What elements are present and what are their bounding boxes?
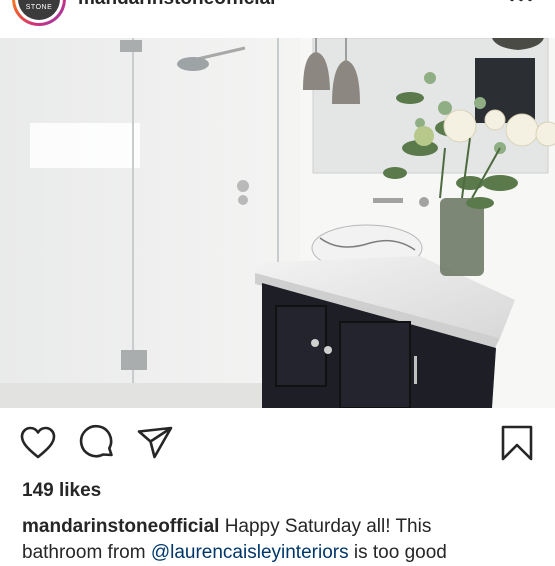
caption-line-2: bathroom from @laurencaisleyinteriors is… bbox=[22, 540, 542, 566]
likes-count[interactable]: 149 likes bbox=[22, 480, 101, 502]
comment-icon[interactable] bbox=[78, 424, 116, 462]
send-icon[interactable] bbox=[136, 424, 174, 462]
post-photo[interactable] bbox=[0, 38, 555, 408]
avatar-logo: STONE bbox=[18, 0, 60, 20]
heart-icon[interactable] bbox=[19, 424, 57, 462]
avatar-ring-gap: STONE bbox=[15, 0, 63, 23]
bathroom-image bbox=[0, 38, 555, 408]
avatar-logo-text: STONE bbox=[25, 4, 53, 11]
bookmark-icon[interactable] bbox=[498, 424, 536, 462]
more-horizontal-icon[interactable] bbox=[509, 0, 533, 4]
caption-text-3: is too good bbox=[348, 542, 447, 563]
caption-line-1: mandarinstoneofficial Happy Saturday all… bbox=[22, 514, 542, 540]
post-username[interactable]: mandarinstoneofficial bbox=[78, 0, 275, 10]
post-caption: mandarinstoneofficial Happy Saturday all… bbox=[22, 514, 542, 566]
caption-text: Happy Saturday all! This bbox=[219, 516, 432, 537]
caption-text-2: bathroom from bbox=[22, 542, 151, 563]
avatar[interactable]: STONE bbox=[12, 0, 66, 26]
caption-mention-link[interactable]: @laurencaisleyinteriors bbox=[151, 542, 349, 563]
caption-username[interactable]: mandarinstoneofficial bbox=[22, 516, 219, 537]
post-header: STONE mandarinstoneofficial bbox=[0, 0, 555, 38]
action-bar bbox=[0, 420, 555, 468]
